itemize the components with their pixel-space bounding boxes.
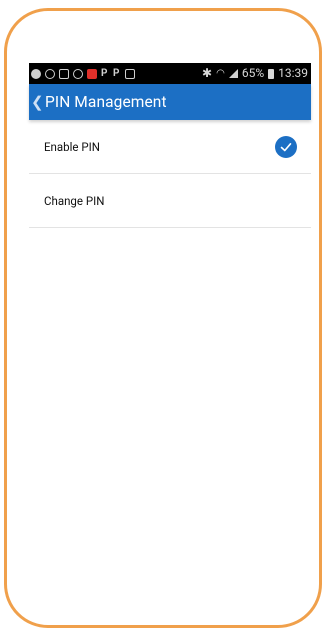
check-glyph bbox=[280, 142, 292, 151]
back-chevron-icon[interactable]: ❮ bbox=[29, 93, 45, 111]
notification-icons: P P bbox=[31, 63, 135, 84]
enable-pin-row[interactable]: Enable PIN bbox=[29, 120, 311, 174]
paypal-icon: P bbox=[101, 67, 108, 79]
whatsapp-icon bbox=[45, 68, 55, 79]
paypal-icon: P bbox=[113, 67, 120, 79]
notification-red-icon bbox=[87, 68, 97, 79]
gallery-icon bbox=[59, 68, 69, 79]
battery-icon bbox=[268, 68, 275, 79]
settings-list: Enable PIN Change PIN bbox=[29, 120, 311, 228]
signal-icon bbox=[228, 69, 238, 78]
page-title: PIN Management bbox=[45, 93, 167, 111]
bluetooth-icon: ✱ bbox=[202, 66, 213, 80]
clock: 13:39 bbox=[278, 66, 308, 80]
image-icon bbox=[125, 68, 135, 79]
chrome-icon bbox=[73, 68, 83, 79]
phone-screen: P P ✱ ◠ 65% 13:39 ❮ PIN Management Enabl… bbox=[29, 63, 311, 601]
checkmark-icon[interactable] bbox=[275, 135, 297, 158]
status-right: ✱ ◠ 65% 13:39 bbox=[202, 63, 308, 84]
enable-pin-label: Enable PIN bbox=[44, 139, 100, 154]
status-bar: P P ✱ ◠ 65% 13:39 bbox=[29, 63, 311, 84]
app-bar: ❮ PIN Management bbox=[29, 84, 311, 120]
change-pin-row[interactable]: Change PIN bbox=[29, 174, 311, 228]
a-icon bbox=[31, 68, 41, 79]
wifi-icon: ◠ bbox=[216, 68, 225, 79]
change-pin-label: Change PIN bbox=[44, 193, 105, 208]
battery-percent: 65% bbox=[241, 66, 265, 80]
